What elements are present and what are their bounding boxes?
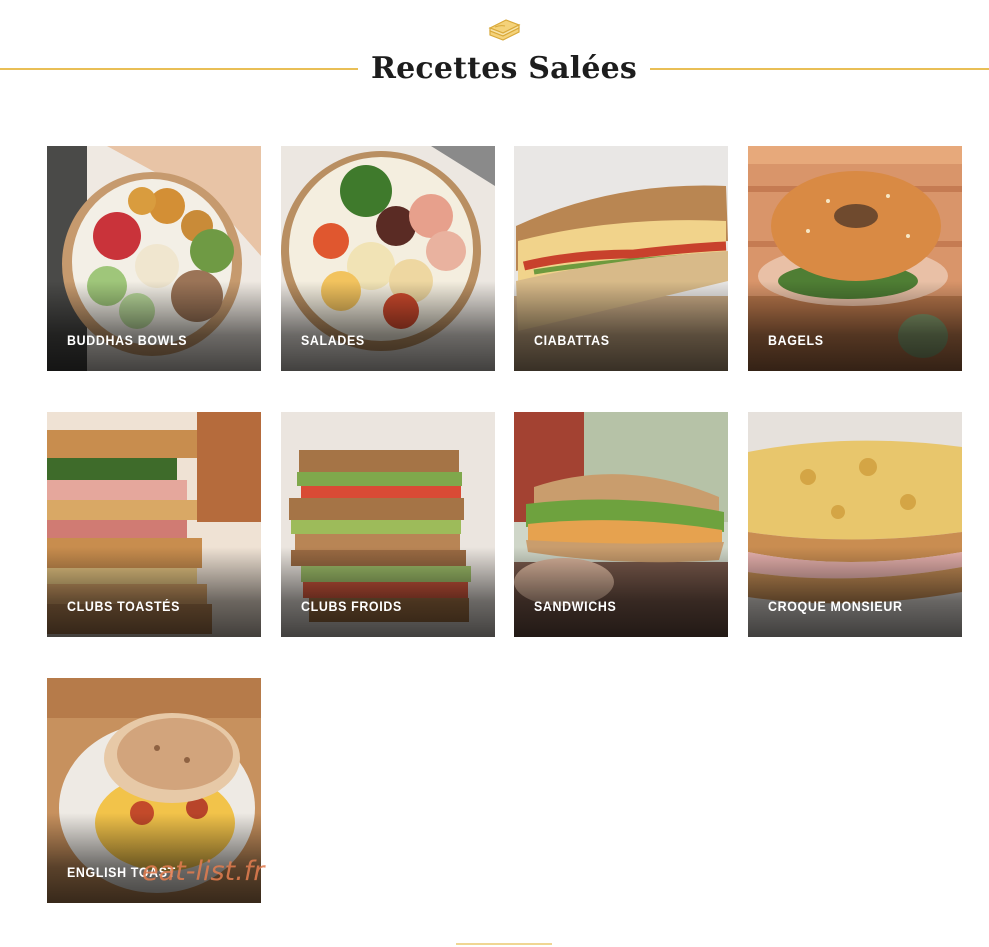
category-card-salades[interactable]: SALADES xyxy=(281,146,495,371)
title-divider-right xyxy=(650,68,989,70)
title-divider-left xyxy=(0,68,358,70)
category-card-ciabattas[interactable]: CIABATTAS xyxy=(514,146,728,371)
label-gradient xyxy=(748,281,962,371)
category-label: CROQUE MONSIEUR xyxy=(768,599,903,614)
category-label: BAGELS xyxy=(768,333,824,348)
category-card-croque-monsieur[interactable]: CROQUE MONSIEUR xyxy=(748,412,962,637)
watermark-text: eat-list.fr xyxy=(142,856,265,887)
category-label: CIABATTAS xyxy=(534,333,610,348)
label-gradient xyxy=(47,547,261,637)
category-label: BUDDHAS BOWLS xyxy=(67,333,188,348)
label-gradient xyxy=(514,547,728,637)
label-gradient xyxy=(281,281,495,371)
category-label: SANDWICHS xyxy=(534,599,617,614)
category-card-bagels[interactable]: BAGELS xyxy=(748,146,962,371)
category-card-clubs-toastes[interactable]: CLUBS TOASTÉS xyxy=(47,412,261,637)
label-gradient xyxy=(281,547,495,637)
category-label: CLUBS TOASTÉS xyxy=(67,599,181,614)
category-card-buddhas-bowls[interactable]: BUDDHAS BOWLS xyxy=(47,146,261,371)
label-gradient xyxy=(514,281,728,371)
category-card-clubs-froids[interactable]: CLUBS FROIDS xyxy=(281,412,495,637)
label-gradient xyxy=(47,281,261,371)
category-label: SALADES xyxy=(301,333,365,348)
sandwich-icon xyxy=(488,19,521,41)
footer-divider xyxy=(456,943,552,945)
label-gradient xyxy=(748,547,962,637)
page-title: Recettes Salées xyxy=(370,51,638,86)
category-label: CLUBS FROIDS xyxy=(301,599,402,614)
category-card-sandwichs[interactable]: SANDWICHS xyxy=(514,412,728,637)
